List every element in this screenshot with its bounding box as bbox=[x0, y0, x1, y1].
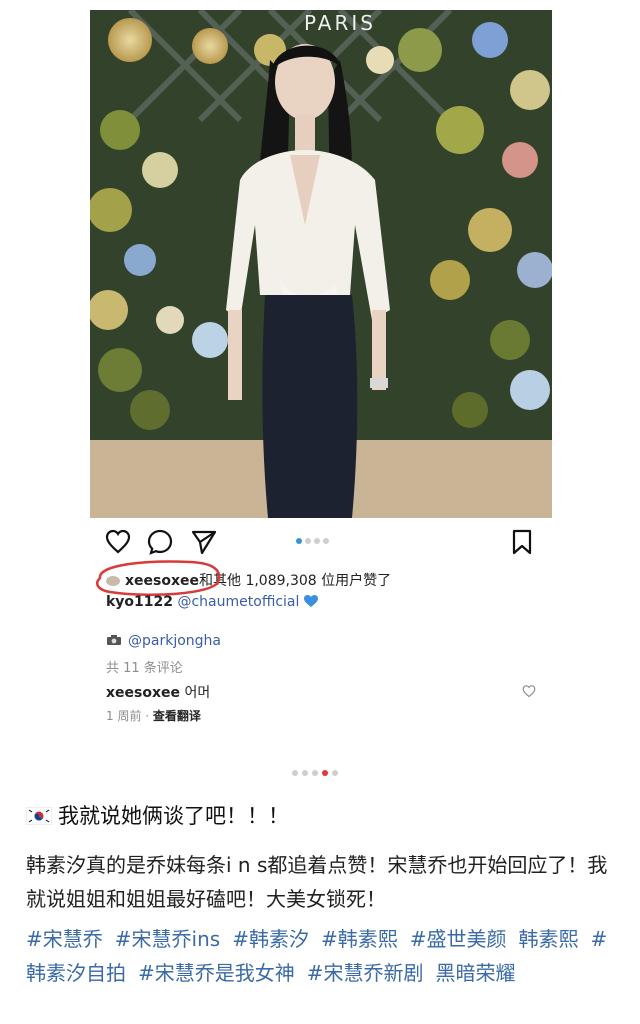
bookmark-icon[interactable] bbox=[508, 528, 536, 556]
comment-time: 1 周前 bbox=[106, 709, 142, 723]
action-bar bbox=[90, 528, 552, 558]
carousel-dot bbox=[305, 538, 311, 544]
hashtag[interactable]: #宋慧乔 bbox=[26, 927, 103, 951]
comment-text: 어머 bbox=[184, 685, 211, 701]
hashtag[interactable]: #宋慧乔是我女神 bbox=[138, 961, 295, 985]
pager-dot bbox=[292, 770, 298, 776]
carousel-dot bbox=[323, 538, 329, 544]
photo-tag[interactable]: @parkjongha bbox=[106, 633, 221, 649]
comment-icon[interactable] bbox=[146, 528, 174, 556]
hashtag-list: #宋慧乔 #宋慧乔ins #韩素汐 #韩素熙 #盛世美颜 韩素熙 #韩素汐自拍 #宋慧乔是我女… bbox=[26, 922, 626, 990]
comment-count[interactable]: 共 11 条评论 bbox=[106, 657, 183, 676]
comment-meta: 1 周前 · 查看翻译 bbox=[106, 707, 201, 724]
meta-separator: · bbox=[141, 709, 153, 723]
hashtag[interactable]: 韩素熙 bbox=[518, 927, 578, 951]
post-title: 我就说她俩谈了吧！！！ bbox=[26, 800, 289, 830]
likes-line[interactable]: xeesoxee和其他 1,089,308 位用户赞了 bbox=[106, 570, 391, 590]
pager-dot-active bbox=[322, 770, 328, 776]
comment-like-icon[interactable] bbox=[522, 684, 536, 698]
pager-dot bbox=[312, 770, 318, 776]
hashtag[interactable]: #宋慧乔ins bbox=[115, 927, 220, 951]
korea-flag-icon bbox=[26, 807, 52, 825]
liker-username[interactable]: xeesoxee bbox=[125, 573, 199, 589]
hashtag[interactable]: #韩素熙 bbox=[321, 927, 398, 951]
paris-sign: PARIS bbox=[304, 11, 376, 35]
likes-text-a: 和 bbox=[199, 573, 213, 589]
post-body: 韩素汐真的是乔妹每条i n s都追着点赞！宋慧乔也开始回应了！我就说姐姐和姐姐最… bbox=[26, 853, 608, 911]
photo-illustration: PARIS bbox=[90, 10, 552, 518]
send-icon[interactable] bbox=[190, 528, 218, 556]
carousel-dot bbox=[314, 538, 320, 544]
pager-dot bbox=[302, 770, 308, 776]
hashtag[interactable]: #盛世美颜 bbox=[410, 927, 507, 951]
translate-link[interactable]: 查看翻译 bbox=[153, 709, 201, 723]
carousel-dot-active bbox=[296, 538, 302, 544]
hashtag[interactable]: #韩素汐 bbox=[232, 927, 309, 951]
post-caption: kyo1122 @chaumetofficial bbox=[106, 594, 319, 610]
caption-mention[interactable]: @chaumetofficial bbox=[177, 594, 299, 610]
caption-username[interactable]: kyo1122 bbox=[106, 594, 173, 610]
tag-handle[interactable]: @parkjongha bbox=[128, 633, 221, 649]
blue-heart-icon bbox=[304, 595, 319, 607]
heart-icon[interactable] bbox=[104, 528, 132, 556]
likes-text-b: 其他 1,089,308 位用户赞了 bbox=[213, 573, 392, 589]
hashtag[interactable]: #宋慧乔新剧 bbox=[307, 961, 424, 985]
comment-item: xeesoxee 어머 bbox=[106, 682, 210, 702]
pager-dot bbox=[332, 770, 338, 776]
camera-icon bbox=[107, 635, 121, 645]
liker-avatar bbox=[106, 576, 120, 586]
comment-username[interactable]: xeesoxee bbox=[106, 685, 180, 701]
post-photo[interactable]: PARIS bbox=[90, 10, 552, 518]
post-title-text: 我就说她俩谈了吧！！！ bbox=[58, 804, 289, 828]
hashtag[interactable]: 黑暗荣耀 bbox=[436, 961, 516, 985]
